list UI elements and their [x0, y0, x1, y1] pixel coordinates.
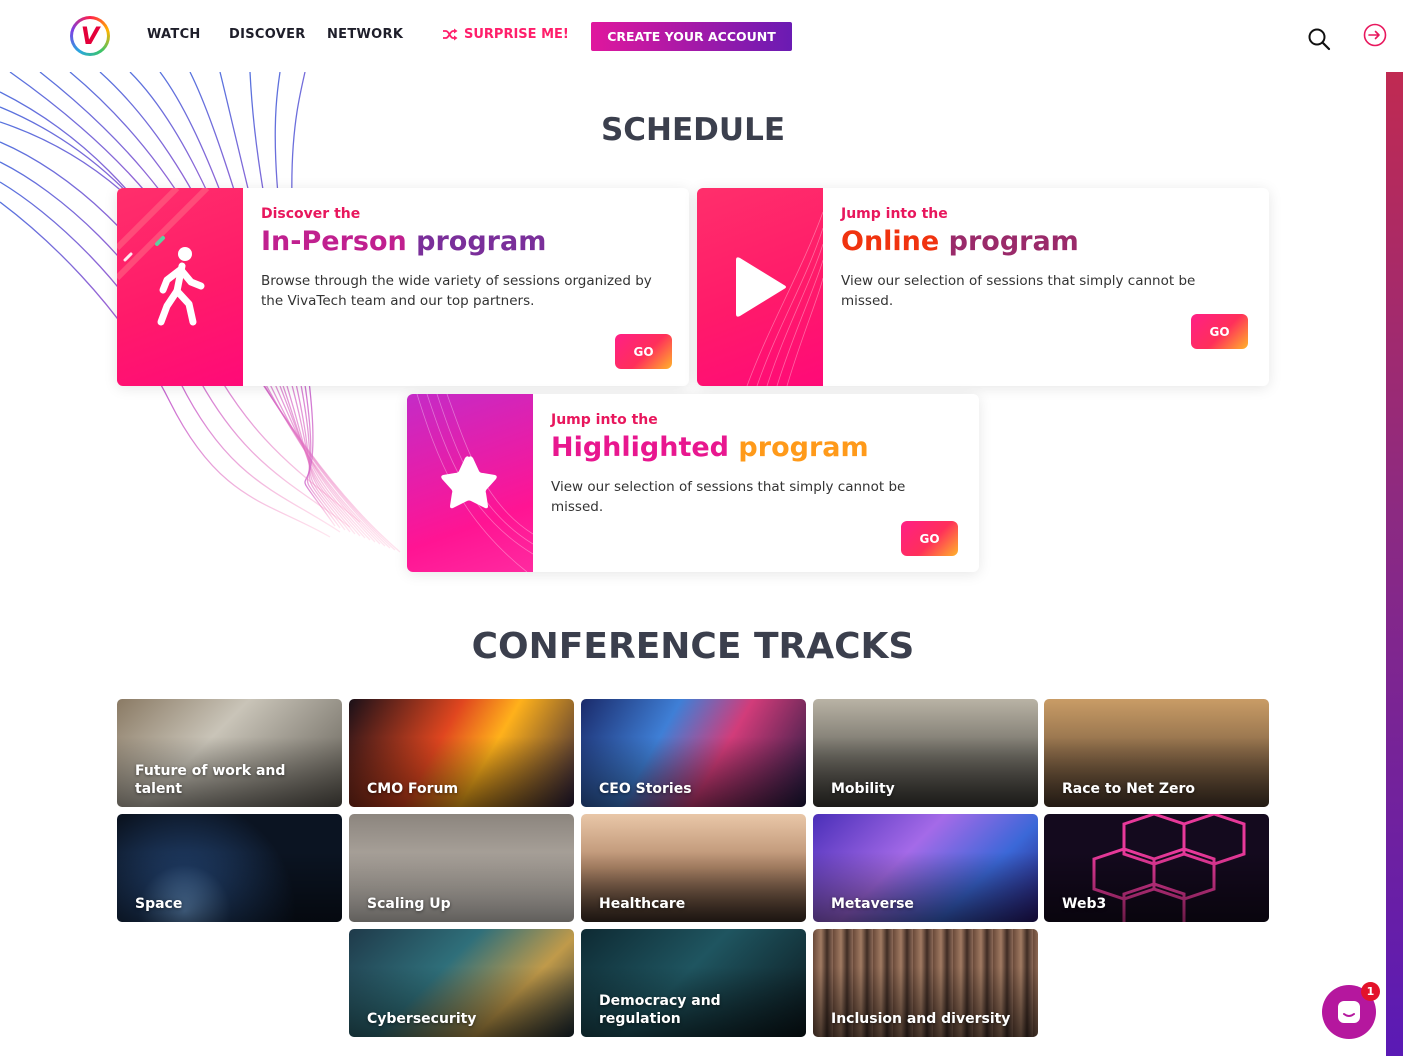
- card-title-word1: Highlighted: [551, 432, 730, 463]
- shuffle-icon: [443, 28, 458, 41]
- track-healthcare[interactable]: Healthcare: [581, 814, 806, 922]
- track-web3[interactable]: Web3: [1044, 814, 1269, 922]
- track-scaling-up[interactable]: Scaling Up: [349, 814, 574, 922]
- track-label: Metaverse: [831, 896, 914, 912]
- online-card-image: [697, 188, 823, 386]
- card-title: Highlighted program: [551, 432, 961, 463]
- track-label: Race to Net Zero: [1062, 781, 1196, 797]
- in-person-card-image: [117, 188, 243, 386]
- track-label: Space: [135, 896, 183, 912]
- star-icon: [441, 456, 497, 509]
- track-space[interactable]: Space: [117, 814, 342, 922]
- login-icon[interactable]: [1362, 22, 1388, 48]
- card-kicker: Discover the: [261, 206, 361, 222]
- card-title-word1: In-Person: [261, 226, 407, 257]
- card-title-word2: program: [948, 226, 1079, 257]
- card-description: View our selection of sessions that simp…: [841, 273, 1196, 309]
- highlighted-card-image: [407, 394, 533, 572]
- chat-notification-badge: 1: [1361, 982, 1380, 1001]
- track-democracy-and-regulation[interactable]: Democracy and regulation: [581, 929, 806, 1037]
- track-label: Web3: [1062, 896, 1107, 912]
- track-label: Cybersecurity: [367, 1011, 477, 1027]
- go-button-online[interactable]: GO: [1191, 314, 1248, 349]
- search-icon[interactable]: [1307, 27, 1331, 51]
- track-label: Future of work and talent: [135, 763, 286, 797]
- card-title: In-Person program: [261, 226, 671, 257]
- track-inclusion-and-diversity[interactable]: Inclusion and diversity: [813, 929, 1038, 1037]
- track-label: Mobility: [831, 781, 895, 797]
- track-label: CMO Forum: [367, 781, 459, 797]
- vivatech-logo[interactable]: V: [70, 16, 110, 56]
- highlighted-program-card[interactable]: Jump into the Highlighted program View o…: [407, 394, 979, 572]
- track-label: CEO Stories: [599, 781, 692, 797]
- online-program-card[interactable]: Jump into the Online program View our se…: [697, 188, 1269, 386]
- surprise-me-label: SURPRISE ME!: [464, 27, 569, 42]
- track-label: Healthcare: [599, 896, 686, 912]
- track-label: Inclusion and diversity: [831, 1011, 1011, 1027]
- card-kicker: Jump into the: [551, 412, 658, 428]
- track-mobility[interactable]: Mobility: [813, 699, 1038, 807]
- track-label: Scaling Up: [367, 896, 451, 912]
- play-icon: [736, 257, 786, 317]
- go-button-in-person[interactable]: GO: [615, 334, 672, 369]
- nav-discover[interactable]: DISCOVER: [229, 27, 306, 42]
- nav-network[interactable]: NETWORK: [327, 27, 403, 42]
- card-description: Browse through the wide variety of sessi…: [261, 273, 652, 309]
- track-race-to-net-zero[interactable]: Race to Net Zero: [1044, 699, 1269, 807]
- card-kicker: Jump into the: [841, 206, 948, 222]
- in-person-program-card[interactable]: Discover the In-Person program Browse th…: [117, 188, 689, 386]
- track-label: Democracy and regulation: [599, 993, 721, 1027]
- card-title-word1: Online: [841, 226, 940, 257]
- card-title-word2: program: [738, 432, 869, 463]
- card-title-word2: program: [416, 226, 547, 257]
- track-cmo-forum[interactable]: CMO Forum: [349, 699, 574, 807]
- surprise-me-link[interactable]: SURPRISE ME!: [442, 27, 569, 42]
- track-cybersecurity[interactable]: Cybersecurity: [349, 929, 574, 1037]
- logo-letter: V: [80, 22, 100, 50]
- side-gradient-bar: [1386, 72, 1403, 1056]
- walking-person-icon: [157, 247, 205, 326]
- go-button-highlighted[interactable]: GO: [901, 521, 958, 556]
- card-description: View our selection of sessions that simp…: [551, 479, 906, 515]
- card-title: Online program: [841, 226, 1251, 257]
- track-metaverse[interactable]: Metaverse: [813, 814, 1038, 922]
- track-ceo-stories[interactable]: CEO Stories: [581, 699, 806, 807]
- conference-tracks-title: CONFERENCE TRACKS: [471, 626, 915, 667]
- nav-watch[interactable]: WATCH: [147, 27, 201, 42]
- schedule-title: SCHEDULE: [600, 112, 786, 148]
- create-account-button[interactable]: CREATE YOUR ACCOUNT: [591, 22, 792, 51]
- top-header: V WATCH DISCOVER NETWORK SURPRISE ME! CR…: [0, 0, 1403, 72]
- chat-icon: [1338, 1001, 1360, 1023]
- track-future-of-work[interactable]: Future of work and talent: [117, 699, 342, 807]
